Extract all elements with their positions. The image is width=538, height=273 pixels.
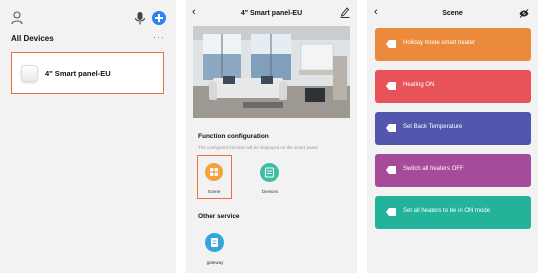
page-title: Scene [442, 10, 463, 17]
user-icon[interactable] [11, 11, 23, 25]
gateway-tile[interactable]: gateway [200, 232, 230, 268]
top-bar [0, 0, 176, 30]
tag-icon [386, 166, 396, 174]
tag-icon [386, 40, 396, 48]
smart-panel-thumbnail-icon [21, 65, 38, 82]
devices-tile[interactable]: Devices [254, 158, 288, 198]
scene-item[interactable]: Heating ON [375, 70, 531, 103]
scene-list: Holiday mode smart heater Heating ON Set… [375, 28, 531, 238]
other-service-title: Other service [198, 213, 240, 220]
tag-icon [386, 208, 396, 216]
home-screen: All Devices ··· 4" Smart panel-EU [0, 0, 176, 273]
scene-item-label: Switch all heaters OFF [403, 166, 464, 172]
hide-icon[interactable] [519, 9, 529, 18]
gateway-label: gateway [206, 260, 224, 265]
function-configuration-title: Function configuration [198, 133, 269, 140]
function-configuration-subtitle: The configured function will be displaye… [198, 145, 318, 150]
gateway-icon [205, 233, 224, 252]
room-photo [193, 26, 350, 118]
add-device-icon[interactable] [152, 11, 166, 25]
devices-icon [260, 163, 279, 182]
more-icon[interactable]: ··· [153, 32, 165, 42]
device-detail-screen: ‹ 4" Smart panel-EU Function configurati… [186, 0, 357, 273]
scene-item[interactable]: Switch all heaters OFF [375, 154, 531, 187]
scene-item-label: Heating ON [403, 82, 435, 88]
scene-item-label: Holiday mode smart heater [403, 40, 476, 46]
scene-item-label: Set all heaters to be in ON mode [403, 208, 491, 214]
scene-grid-icon [205, 163, 223, 181]
page-title: 4" Smart panel-EU [240, 10, 303, 17]
voice-icon[interactable] [134, 11, 146, 25]
device-card[interactable]: 4" Smart panel-EU [11, 52, 164, 94]
scene-item[interactable]: Set all heaters to be in ON mode [375, 196, 531, 229]
scene-item[interactable]: Set Back Temperature [375, 112, 531, 145]
devices-tile-label: Devices [261, 189, 278, 194]
scene-tile[interactable]: Scene [197, 155, 232, 199]
scene-tile-label: Scene [207, 189, 221, 194]
tag-icon [386, 82, 396, 90]
scene-screen: ‹ Scene Holiday mode smart heater Heatin… [367, 0, 538, 273]
scene-item-label: Set Back Temperature [403, 124, 463, 130]
device-name: 4" Smart panel-EU [45, 69, 111, 78]
scene-item[interactable]: Holiday mode smart heater [375, 28, 531, 61]
all-devices-title: All Devices [11, 34, 54, 43]
tag-icon [386, 124, 396, 132]
